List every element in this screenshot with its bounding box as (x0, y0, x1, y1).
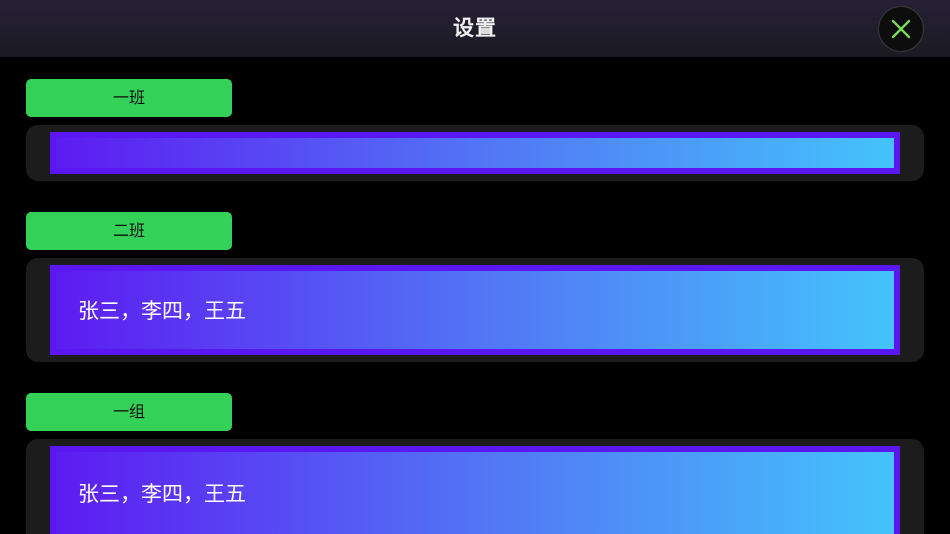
page-title: 设置 (453, 16, 497, 40)
name-list-input-class-2[interactable]: 张三，李四，王五 (50, 265, 900, 355)
close-button[interactable] (878, 6, 924, 52)
name-list-input-group-1[interactable]: 张三，李四，王五 (50, 446, 900, 534)
section-label-class-1[interactable]: 一班 (26, 79, 232, 117)
close-icon (891, 19, 911, 39)
section-card-class-2: 张三，李四，王五 (26, 258, 924, 362)
section-card-group-1: 张三，李四，王五 (26, 439, 924, 534)
section-label-group-1[interactable]: 一组 (26, 393, 232, 431)
header-bar: 设置 (0, 0, 950, 57)
section-label-class-2[interactable]: 二班 (26, 212, 232, 250)
name-list-input-class-1[interactable] (50, 132, 900, 174)
section-card-class-1 (26, 125, 924, 181)
